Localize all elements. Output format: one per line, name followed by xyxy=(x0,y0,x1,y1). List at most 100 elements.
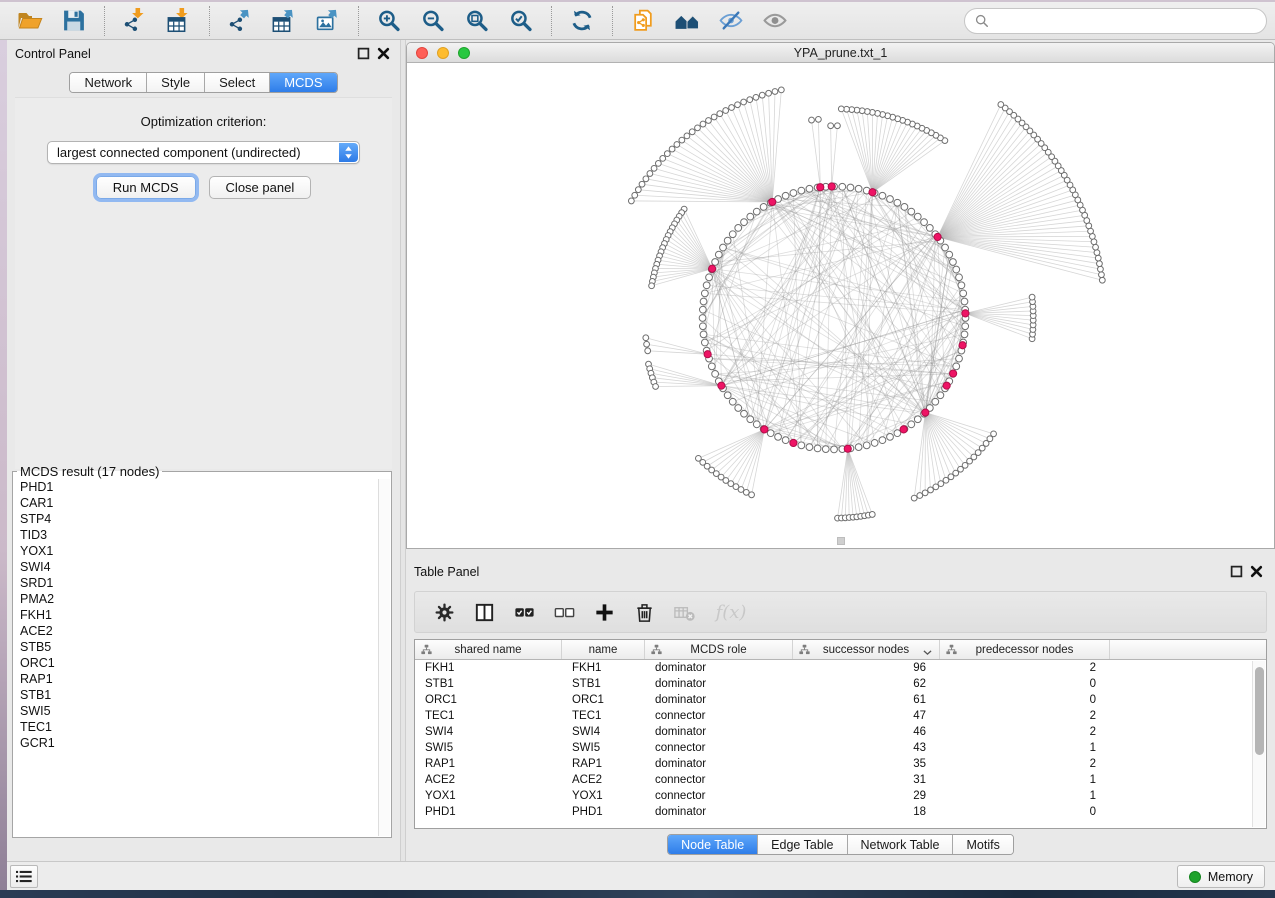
tab-network[interactable]: Network xyxy=(70,73,146,92)
table-scrollbar[interactable] xyxy=(1252,661,1265,827)
table-cell: 43 xyxy=(793,740,940,756)
table-cell: FKH1 xyxy=(562,660,645,676)
function-builder-icon: f(x) xyxy=(709,597,753,627)
run-mcds-button[interactable]: Run MCDS xyxy=(96,176,196,199)
table-cell: 2 xyxy=(940,724,1110,740)
result-list-item[interactable]: RAP1 xyxy=(14,671,377,687)
search-box[interactable] xyxy=(964,8,1267,34)
table-row[interactable]: RAP1RAP1dominator352 xyxy=(415,756,1266,772)
export-image-icon[interactable] xyxy=(313,7,343,35)
tab-node-table[interactable]: Node Table xyxy=(668,835,757,854)
table-row[interactable]: SWI5SWI5connector431 xyxy=(415,740,1266,756)
tab-network-table[interactable]: Network Table xyxy=(847,835,953,854)
result-list-item[interactable]: STB5 xyxy=(14,639,377,655)
copy-icon[interactable] xyxy=(628,7,658,35)
add-column-icon[interactable] xyxy=(589,597,619,627)
open-icon[interactable] xyxy=(15,7,45,35)
table-cell: connector xyxy=(645,772,793,788)
column-header-shared-name[interactable]: shared name xyxy=(415,640,562,659)
tab-select[interactable]: Select xyxy=(204,73,269,92)
result-list-item[interactable]: STB1 xyxy=(14,687,377,703)
result-list-item[interactable]: PMA2 xyxy=(14,591,377,607)
result-list-item[interactable]: TID3 xyxy=(14,527,377,543)
result-list-item[interactable]: ACE2 xyxy=(14,623,377,639)
table-scrollbar-thumb[interactable] xyxy=(1255,667,1264,755)
column-header-predecessor-nodes[interactable]: predecessor nodes xyxy=(940,640,1110,659)
control-panel: Control Panel NetworkStyleSelectMCDS Opt… xyxy=(7,40,400,861)
memory-button[interactable]: Memory xyxy=(1177,865,1265,888)
table-row[interactable]: ORC1ORC1dominator610 xyxy=(415,692,1266,708)
close-panel-button[interactable]: Close panel xyxy=(209,176,312,199)
float-panel-icon[interactable] xyxy=(357,47,370,60)
table-cell: ORC1 xyxy=(562,692,645,708)
table-cell: RAP1 xyxy=(562,756,645,772)
eye-show-icon[interactable] xyxy=(760,7,790,35)
refresh-icon[interactable] xyxy=(567,7,597,35)
table-cell: 31 xyxy=(793,772,940,788)
network-window: YPA_prune.txt_1 xyxy=(406,42,1275,549)
network-graph[interactable] xyxy=(407,64,1274,548)
import-network-icon[interactable] xyxy=(120,7,150,35)
column-header-name[interactable]: name xyxy=(562,640,645,659)
network-window-titlebar[interactable]: YPA_prune.txt_1 xyxy=(407,43,1274,63)
result-list-scrollbar[interactable] xyxy=(378,479,390,836)
table-cell: ACE2 xyxy=(562,772,645,788)
result-list-item[interactable]: YOX1 xyxy=(14,543,377,559)
deselect-all-icon[interactable] xyxy=(549,597,579,627)
settings-icon[interactable] xyxy=(429,597,459,627)
import-table-icon[interactable] xyxy=(164,7,194,35)
export-table-icon[interactable] xyxy=(269,7,299,35)
status-bar: Memory xyxy=(0,861,1275,890)
result-list-item[interactable]: SRD1 xyxy=(14,575,377,591)
export-network-icon[interactable] xyxy=(225,7,255,35)
float-table-panel-icon[interactable] xyxy=(1230,565,1243,578)
result-list-item[interactable]: FKH1 xyxy=(14,607,377,623)
close-table-panel-icon[interactable] xyxy=(1250,565,1263,578)
table-row[interactable]: STB1STB1dominator620 xyxy=(415,676,1266,692)
control-panel-title: Control Panel xyxy=(15,47,91,61)
column-header-MCDS-role[interactable]: MCDS role xyxy=(645,640,793,659)
tab-motifs[interactable]: Motifs xyxy=(952,835,1012,854)
result-list-item[interactable]: ORC1 xyxy=(14,655,377,671)
save-icon[interactable] xyxy=(59,7,89,35)
task-history-button[interactable] xyxy=(10,865,38,888)
table-row[interactable]: FKH1FKH1dominator962 xyxy=(415,660,1266,676)
table-tabs: Node TableEdge TableNetwork TableMotifs xyxy=(667,834,1014,855)
result-list-item[interactable]: TEC1 xyxy=(14,719,377,735)
zoom-selected-icon[interactable] xyxy=(506,7,536,35)
table-row[interactable]: TEC1TEC1connector472 xyxy=(415,708,1266,724)
tab-mcds[interactable]: MCDS xyxy=(269,73,336,92)
home-icon[interactable] xyxy=(672,7,702,35)
table-cell: connector xyxy=(645,788,793,804)
close-panel-icon[interactable] xyxy=(377,47,390,60)
result-list-item[interactable]: STP4 xyxy=(14,511,377,527)
table-row[interactable]: PHD1PHD1dominator180 xyxy=(415,804,1266,820)
result-list-item[interactable]: GCR1 xyxy=(14,735,377,751)
optimization-criterion-select[interactable]: largest connected component (undirected) xyxy=(47,141,360,164)
column-header-successor-nodes[interactable]: successor nodes xyxy=(793,640,940,659)
search-input[interactable] xyxy=(995,14,1256,28)
result-list-item[interactable]: SWI4 xyxy=(14,559,377,575)
delete-column-icon[interactable] xyxy=(629,597,659,627)
eye-hide-icon[interactable] xyxy=(716,7,746,35)
table-cell: YOX1 xyxy=(562,788,645,804)
select-all-icon[interactable] xyxy=(509,597,539,627)
result-list-item[interactable]: SWI5 xyxy=(14,703,377,719)
zoom-in-icon[interactable] xyxy=(374,7,404,35)
zoom-out-icon[interactable] xyxy=(418,7,448,35)
vertical-splitter[interactable] xyxy=(400,40,406,861)
table-row[interactable]: ACE2ACE2connector311 xyxy=(415,772,1266,788)
desktop-wallpaper-bottom xyxy=(0,890,1275,898)
table-row[interactable]: SWI4SWI4dominator462 xyxy=(415,724,1266,740)
hierarchy-icon xyxy=(651,644,662,655)
tab-edge-table[interactable]: Edge Table xyxy=(757,835,846,854)
split-panel-icon[interactable] xyxy=(469,597,499,627)
network-canvas[interactable] xyxy=(407,64,1274,548)
canvas-grip-icon[interactable] xyxy=(837,537,845,545)
sort-chevron-icon xyxy=(923,647,932,653)
result-list-item[interactable]: PHD1 xyxy=(14,479,377,495)
table-row[interactable]: YOX1YOX1connector291 xyxy=(415,788,1266,804)
result-list-item[interactable]: CAR1 xyxy=(14,495,377,511)
zoom-fit-icon[interactable] xyxy=(462,7,492,35)
tab-style[interactable]: Style xyxy=(146,73,204,92)
